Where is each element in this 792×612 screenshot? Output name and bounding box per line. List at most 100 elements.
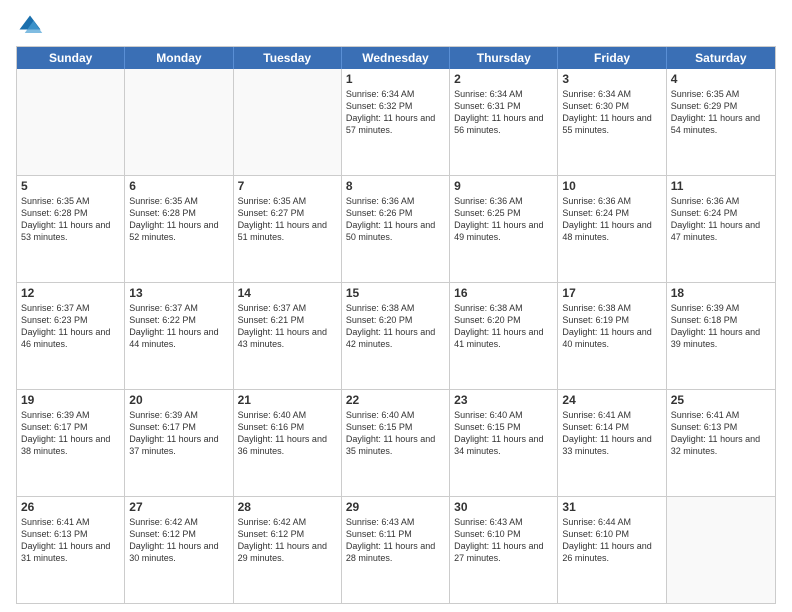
day-cell-2: 2 Sunrise: 6:34 AMSunset: 6:31 PMDaylight… xyxy=(450,69,558,175)
day-cell-14: 14 Sunrise: 6:37 AMSunset: 6:21 PMDayligh… xyxy=(234,283,342,389)
cell-info: Sunrise: 6:36 AMSunset: 6:26 PMDaylight:… xyxy=(346,195,445,244)
cell-info: Sunrise: 6:38 AMSunset: 6:19 PMDaylight:… xyxy=(562,302,661,351)
day-number: 2 xyxy=(454,72,553,86)
day-number: 22 xyxy=(346,393,445,407)
day-cell-10: 10 Sunrise: 6:36 AMSunset: 6:24 PMDayligh… xyxy=(558,176,666,282)
day-number: 8 xyxy=(346,179,445,193)
day-number: 26 xyxy=(21,500,120,514)
day-cell-23: 23Sunrise: 6:40 AMSunset: 6:15 PMDayligh… xyxy=(450,390,558,496)
day-cell-28: 28 Sunrise: 6:42 AMSunset: 6:12 PMDayligh… xyxy=(234,497,342,603)
day-cell-26: 26 Sunrise: 6:41 AMSunset: 6:13 PMDayligh… xyxy=(17,497,125,603)
day-number: 14 xyxy=(238,286,337,300)
day-cell-17: 17 Sunrise: 6:38 AMSunset: 6:19 PMDayligh… xyxy=(558,283,666,389)
day-number: 29 xyxy=(346,500,445,514)
day-number: 9 xyxy=(454,179,553,193)
day-number: 1 xyxy=(346,72,445,86)
cell-info: Sunrise: 6:34 AMSunset: 6:31 PMDaylight:… xyxy=(454,88,553,137)
day-cell-16: 16 Sunrise: 6:38 AMSunset: 6:20 PMDayligh… xyxy=(450,283,558,389)
header-day-wednesday: Wednesday xyxy=(342,47,450,69)
cell-info: Sunrise: 6:35 AMSunset: 6:28 PMDaylight:… xyxy=(129,195,228,244)
day-number: 27 xyxy=(129,500,228,514)
day-number: 17 xyxy=(562,286,661,300)
cell-info: Sunrise: 6:42 AMSunset: 6:12 PMDaylight:… xyxy=(129,516,228,565)
day-number: 3 xyxy=(562,72,661,86)
cell-info: Sunrise: 6:40 AMSunset: 6:15 PMDaylight:… xyxy=(346,409,445,458)
logo xyxy=(16,12,48,40)
day-number: 18 xyxy=(671,286,771,300)
day-cell-3: 3 Sunrise: 6:34 AMSunset: 6:30 PMDaylight… xyxy=(558,69,666,175)
cell-info: Sunrise: 6:43 AMSunset: 6:10 PMDaylight:… xyxy=(454,516,553,565)
day-cell-9: 9 Sunrise: 6:36 AMSunset: 6:25 PMDaylight… xyxy=(450,176,558,282)
cell-info: Sunrise: 6:39 AMSunset: 6:17 PMDaylight:… xyxy=(129,409,228,458)
calendar-row-4: 19Sunrise: 6:39 AMSunset: 6:17 PMDayligh… xyxy=(17,389,775,496)
cell-info: Sunrise: 6:35 AMSunset: 6:29 PMDaylight:… xyxy=(671,88,771,137)
header-day-thursday: Thursday xyxy=(450,47,558,69)
day-number: 30 xyxy=(454,500,553,514)
cell-info: Sunrise: 6:35 AMSunset: 6:27 PMDaylight:… xyxy=(238,195,337,244)
day-number: 4 xyxy=(671,72,771,86)
cell-info: Sunrise: 6:40 AMSunset: 6:15 PMDaylight:… xyxy=(454,409,553,458)
cell-info: Sunrise: 6:34 AMSunset: 6:30 PMDaylight:… xyxy=(562,88,661,137)
day-cell-13: 13Sunrise: 6:37 AMSunset: 6:22 PMDayligh… xyxy=(125,283,233,389)
empty-cell xyxy=(17,69,125,175)
cell-info: Sunrise: 6:36 AMSunset: 6:24 PMDaylight:… xyxy=(562,195,661,244)
empty-cell xyxy=(234,69,342,175)
day-number: 20 xyxy=(129,393,228,407)
cell-info: Sunrise: 6:41 AMSunset: 6:13 PMDaylight:… xyxy=(21,516,120,565)
calendar-row-1: 1 Sunrise: 6:34 AMSunset: 6:32 PMDaylight… xyxy=(17,69,775,175)
calendar-row-2: 5Sunrise: 6:35 AMSunset: 6:28 PMDaylight… xyxy=(17,175,775,282)
cell-info: Sunrise: 6:43 AMSunset: 6:11 PMDaylight:… xyxy=(346,516,445,565)
cell-info: Sunrise: 6:41 AMSunset: 6:13 PMDaylight:… xyxy=(671,409,771,458)
cell-info: Sunrise: 6:38 AMSunset: 6:20 PMDaylight:… xyxy=(346,302,445,351)
page: SundayMondayTuesdayWednesdayThursdayFrid… xyxy=(0,0,792,612)
day-cell-22: 22 Sunrise: 6:40 AMSunset: 6:15 PMDayligh… xyxy=(342,390,450,496)
header xyxy=(16,12,776,40)
day-cell-31: 31 Sunrise: 6:44 AMSunset: 6:10 PMDayligh… xyxy=(558,497,666,603)
cell-info: Sunrise: 6:36 AMSunset: 6:25 PMDaylight:… xyxy=(454,195,553,244)
day-number: 21 xyxy=(238,393,337,407)
day-cell-24: 24 Sunrise: 6:41 AMSunset: 6:14 PMDayligh… xyxy=(558,390,666,496)
day-cell-8: 8 Sunrise: 6:36 AMSunset: 6:26 PMDaylight… xyxy=(342,176,450,282)
day-number: 31 xyxy=(562,500,661,514)
cell-info: Sunrise: 6:39 AMSunset: 6:18 PMDaylight:… xyxy=(671,302,771,351)
day-number: 28 xyxy=(238,500,337,514)
day-cell-12: 12 Sunrise: 6:37 AMSunset: 6:23 PMDayligh… xyxy=(17,283,125,389)
day-cell-7: 7 Sunrise: 6:35 AMSunset: 6:27 PMDaylight… xyxy=(234,176,342,282)
cell-info: Sunrise: 6:34 AMSunset: 6:32 PMDaylight:… xyxy=(346,88,445,137)
cell-info: Sunrise: 6:42 AMSunset: 6:12 PMDaylight:… xyxy=(238,516,337,565)
day-cell-19: 19Sunrise: 6:39 AMSunset: 6:17 PMDayligh… xyxy=(17,390,125,496)
day-cell-27: 27 Sunrise: 6:42 AMSunset: 6:12 PMDayligh… xyxy=(125,497,233,603)
cell-info: Sunrise: 6:44 AMSunset: 6:10 PMDaylight:… xyxy=(562,516,661,565)
day-number: 25 xyxy=(671,393,771,407)
day-number: 24 xyxy=(562,393,661,407)
calendar-body: 1 Sunrise: 6:34 AMSunset: 6:32 PMDaylight… xyxy=(17,69,775,603)
day-cell-4: 4 Sunrise: 6:35 AMSunset: 6:29 PMDaylight… xyxy=(667,69,775,175)
calendar-row-5: 26 Sunrise: 6:41 AMSunset: 6:13 PMDayligh… xyxy=(17,496,775,603)
calendar: SundayMondayTuesdayWednesdayThursdayFrid… xyxy=(16,46,776,604)
calendar-row-3: 12 Sunrise: 6:37 AMSunset: 6:23 PMDayligh… xyxy=(17,282,775,389)
empty-cell xyxy=(667,497,775,603)
day-number: 7 xyxy=(238,179,337,193)
cell-info: Sunrise: 6:39 AMSunset: 6:17 PMDaylight:… xyxy=(21,409,120,458)
header-day-tuesday: Tuesday xyxy=(234,47,342,69)
day-number: 11 xyxy=(671,179,771,193)
day-cell-11: 11 Sunrise: 6:36 AMSunset: 6:24 PMDayligh… xyxy=(667,176,775,282)
day-cell-6: 6Sunrise: 6:35 AMSunset: 6:28 PMDaylight… xyxy=(125,176,233,282)
day-number: 16 xyxy=(454,286,553,300)
cell-info: Sunrise: 6:36 AMSunset: 6:24 PMDaylight:… xyxy=(671,195,771,244)
day-cell-29: 29 Sunrise: 6:43 AMSunset: 6:11 PMDayligh… xyxy=(342,497,450,603)
day-cell-21: 21Sunrise: 6:40 AMSunset: 6:16 PMDayligh… xyxy=(234,390,342,496)
day-cell-15: 15Sunrise: 6:38 AMSunset: 6:20 PMDayligh… xyxy=(342,283,450,389)
cell-info: Sunrise: 6:37 AMSunset: 6:23 PMDaylight:… xyxy=(21,302,120,351)
cell-info: Sunrise: 6:38 AMSunset: 6:20 PMDaylight:… xyxy=(454,302,553,351)
day-cell-18: 18 Sunrise: 6:39 AMSunset: 6:18 PMDayligh… xyxy=(667,283,775,389)
day-number: 10 xyxy=(562,179,661,193)
header-day-sunday: Sunday xyxy=(17,47,125,69)
cell-info: Sunrise: 6:41 AMSunset: 6:14 PMDaylight:… xyxy=(562,409,661,458)
day-cell-30: 30 Sunrise: 6:43 AMSunset: 6:10 PMDayligh… xyxy=(450,497,558,603)
day-cell-25: 25 Sunrise: 6:41 AMSunset: 6:13 PMDayligh… xyxy=(667,390,775,496)
cell-info: Sunrise: 6:37 AMSunset: 6:21 PMDaylight:… xyxy=(238,302,337,351)
day-number: 12 xyxy=(21,286,120,300)
empty-cell xyxy=(125,69,233,175)
header-day-friday: Friday xyxy=(558,47,666,69)
